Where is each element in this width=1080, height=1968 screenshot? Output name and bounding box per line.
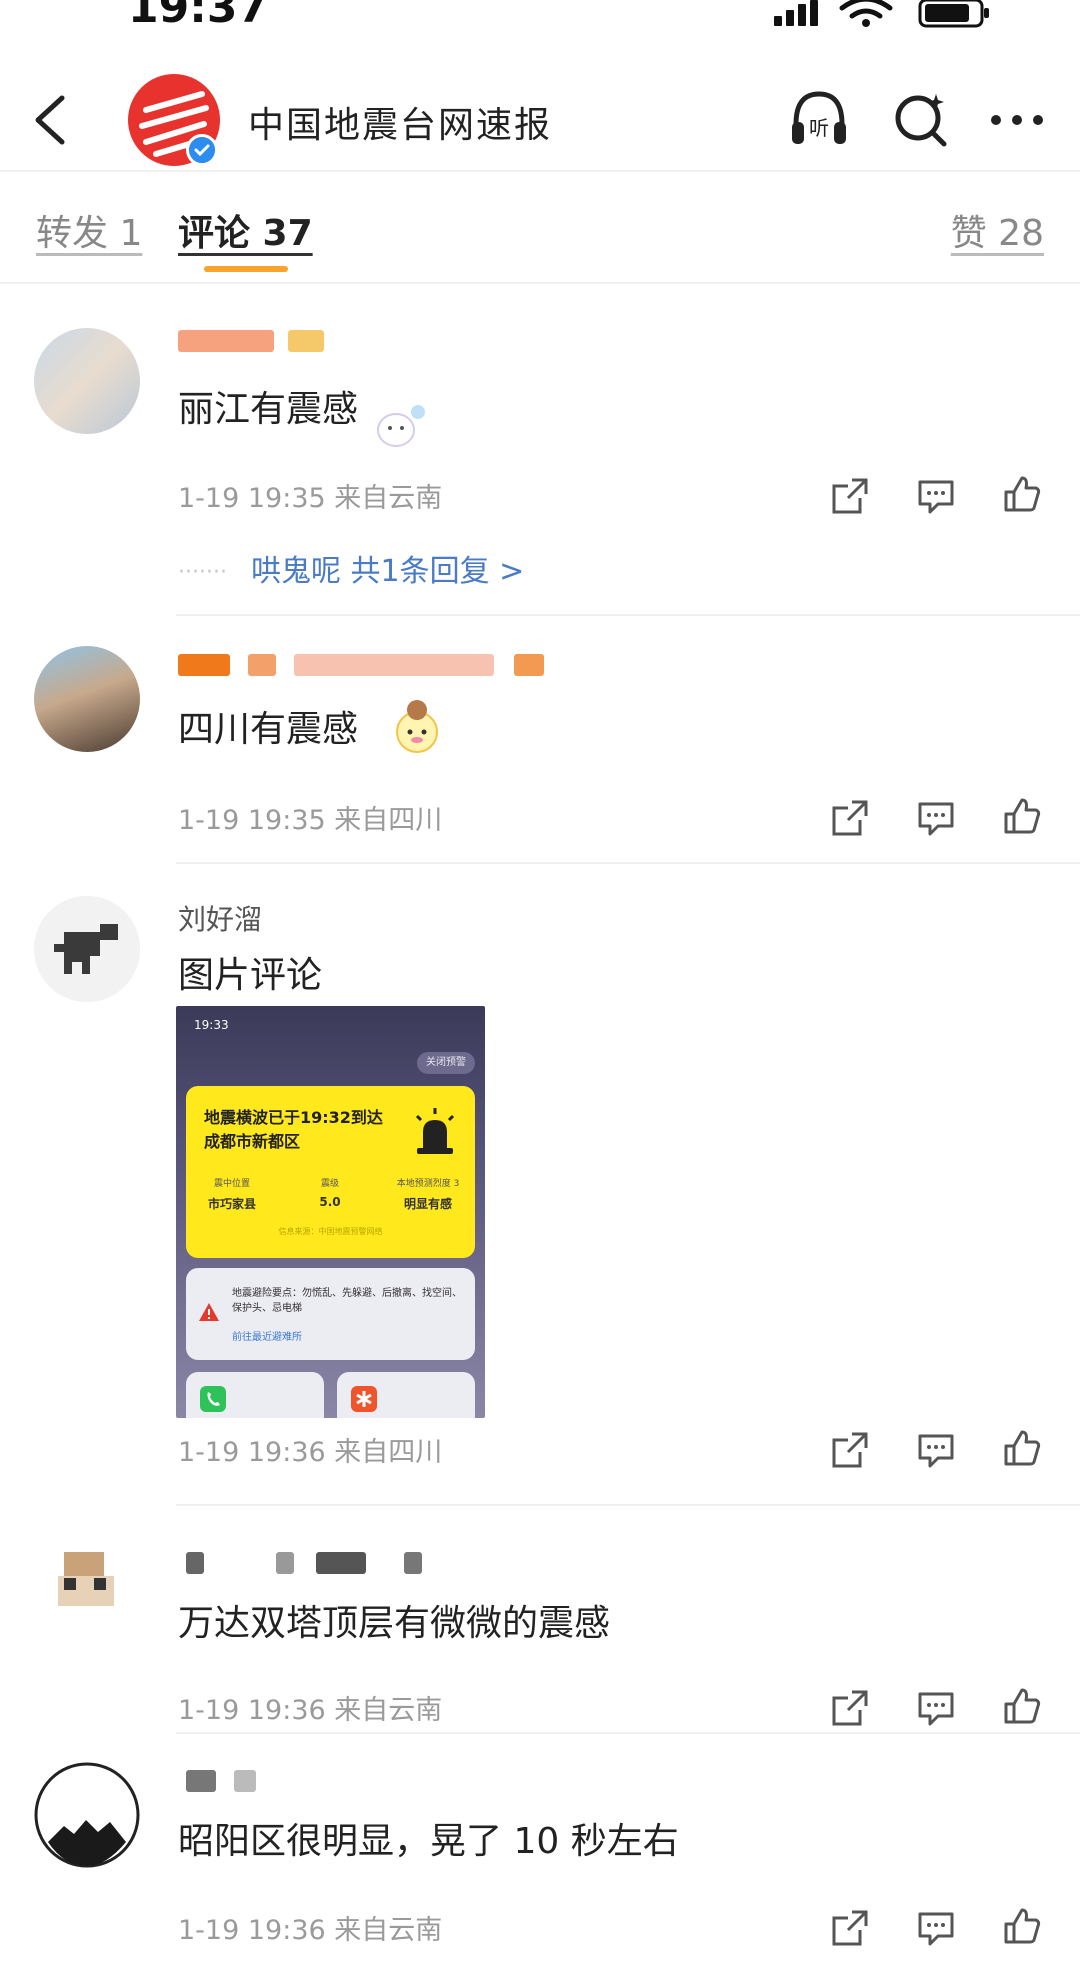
comment-icon[interactable] bbox=[916, 1430, 956, 1470]
alert-col: 本地预测烈度 3 明显有感 bbox=[396, 1179, 460, 1211]
like-icon[interactable] bbox=[1002, 1428, 1042, 1468]
divider bbox=[176, 614, 1080, 616]
headphones-icon[interactable]: 听 bbox=[786, 86, 852, 152]
username[interactable]: 刘好溜 bbox=[178, 898, 262, 938]
tips-text: 地震避险要点：勿慌乱、先躲避、后撤离、找空间、保护头、忌电梯 bbox=[232, 1288, 462, 1314]
comment-text: 万达双塔顶层有微微的震感 bbox=[178, 1603, 611, 1644]
emergency-icon bbox=[351, 1386, 377, 1412]
back-icon[interactable] bbox=[26, 92, 76, 148]
image-close-alert: 关闭预警 bbox=[417, 1052, 475, 1074]
image-status-time: 19:33 bbox=[194, 1018, 229, 1032]
verified-icon bbox=[186, 134, 218, 166]
avatar[interactable] bbox=[34, 896, 140, 1002]
username-redacted bbox=[178, 1552, 478, 1574]
replies-label: 哄鬼呢 共1条回复 > bbox=[250, 554, 525, 589]
tab-reposts[interactable]: 转发 1 bbox=[36, 204, 142, 256]
wifi-icon bbox=[839, 0, 893, 19]
phone-tile bbox=[186, 1372, 324, 1418]
siren-icon bbox=[415, 1108, 455, 1154]
comment-text: 昭阳区很明显，晃了 10 秒左右 bbox=[178, 1821, 679, 1862]
divider bbox=[176, 1504, 1080, 1506]
avatar[interactable] bbox=[34, 328, 140, 434]
dots-icon: ······· bbox=[178, 560, 227, 585]
tab-bar: 转发 1 评论 37 赞 28 bbox=[0, 172, 1080, 284]
sticker-icon bbox=[377, 405, 425, 447]
username-redacted bbox=[178, 654, 598, 676]
alert-card: 地震横波已于19:32到达成都市新都区 震中位置 市巧家县 震级 5.0 本地预… bbox=[186, 1086, 475, 1258]
comment-text: 四川有震感 bbox=[178, 709, 359, 750]
comment-meta: 1-19 19:36 来自四川 bbox=[178, 1437, 443, 1468]
comment-meta: 1-19 19:35 来自云南 bbox=[178, 483, 443, 514]
status-icons bbox=[774, 0, 989, 28]
more-icon[interactable] bbox=[984, 86, 1050, 152]
tab-comments[interactable]: 评论 37 bbox=[178, 204, 313, 256]
divider bbox=[176, 862, 1080, 864]
share-icon[interactable] bbox=[830, 1688, 870, 1728]
tab-likes[interactable]: 赞 28 bbox=[951, 204, 1044, 256]
avatar[interactable] bbox=[34, 1762, 140, 1868]
comment-icon[interactable] bbox=[916, 1688, 956, 1728]
alert-footer: 信息来源：中国地震预警网络 bbox=[278, 1227, 383, 1236]
username-redacted bbox=[178, 330, 338, 352]
like-icon[interactable] bbox=[1002, 1906, 1042, 1946]
comment-icon[interactable] bbox=[916, 476, 956, 516]
like-icon[interactable] bbox=[1002, 796, 1042, 836]
alert-col: 震级 5.0 bbox=[319, 1179, 341, 1209]
username-redacted bbox=[178, 1770, 298, 1792]
comment-text: 图片评论 bbox=[178, 955, 323, 996]
share-icon[interactable] bbox=[830, 1908, 870, 1948]
signal-icon bbox=[774, 0, 818, 26]
like-icon[interactable] bbox=[1002, 474, 1042, 514]
phone-icon bbox=[200, 1386, 226, 1412]
share-icon[interactable] bbox=[830, 476, 870, 516]
comment-image[interactable]: 19:33 关闭预警 地震横波已于19:32到达成都市新都区 震中位置 市巧家县… bbox=[176, 1006, 485, 1418]
emergency-tile bbox=[337, 1372, 475, 1418]
page-title: 中国地震台网速报 bbox=[248, 105, 553, 146]
comment-meta: 1-19 19:36 来自云南 bbox=[178, 1695, 443, 1726]
sticker-icon bbox=[396, 700, 438, 753]
comment-icon[interactable] bbox=[916, 1908, 956, 1948]
tab-indicator bbox=[204, 266, 288, 272]
comment-text: 丽江有震感 bbox=[178, 389, 359, 430]
comment-meta: 1-19 19:35 来自四川 bbox=[178, 805, 443, 836]
status-time: 19:37 bbox=[128, 0, 269, 33]
avatar[interactable] bbox=[34, 1542, 140, 1648]
comment-meta: 1-19 19:36 来自云南 bbox=[178, 1915, 443, 1946]
tips-link: 前往最近避难所 bbox=[232, 1332, 302, 1343]
tips-card: 地震避险要点：勿慌乱、先躲避、后撤离、找空间、保护头、忌电梯 前往最近避难所 bbox=[186, 1268, 475, 1360]
battery-icon bbox=[918, 0, 989, 28]
svg-text:听: 听 bbox=[809, 116, 829, 140]
alert-title: 地震横波已于19:32到达成都市新都区 bbox=[204, 1108, 383, 1151]
share-icon[interactable] bbox=[830, 1430, 870, 1470]
search-icon[interactable] bbox=[888, 86, 954, 152]
warning-icon bbox=[199, 1303, 219, 1321]
replies-link[interactable]: ······· 哄鬼呢 共1条回复 > bbox=[178, 546, 524, 590]
comment-icon[interactable] bbox=[916, 798, 956, 838]
header: 中国地震台网速报 听 bbox=[0, 62, 1080, 172]
avatar[interactable] bbox=[34, 646, 140, 752]
like-icon[interactable] bbox=[1002, 1686, 1042, 1726]
share-icon[interactable] bbox=[830, 798, 870, 838]
divider bbox=[176, 1732, 1080, 1734]
alert-col: 震中位置 市巧家县 bbox=[207, 1179, 256, 1211]
